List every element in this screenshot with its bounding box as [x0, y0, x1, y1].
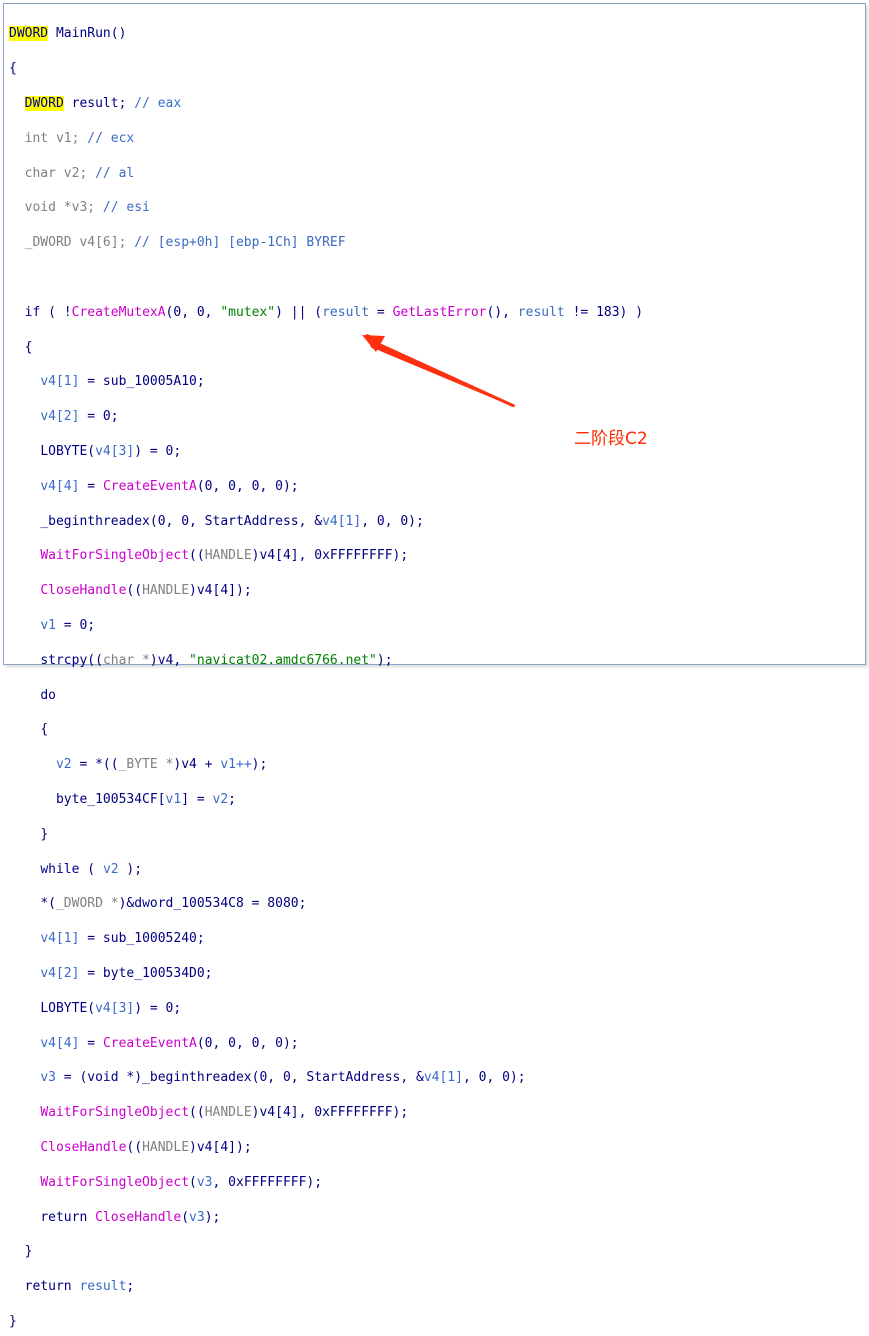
code-line: } [9, 1313, 864, 1330]
code-text: = byte_100534D0; [79, 965, 213, 981]
code-text: ); [251, 757, 268, 773]
code-line: v4[4] = CreateEventA(0, 0, 0, 0); [9, 1035, 864, 1052]
variable[interactable]: v2 [56, 757, 72, 772]
code-text: *( [40, 896, 56, 912]
variable[interactable]: v3 [189, 1210, 205, 1225]
code-line: do [9, 687, 864, 704]
code-line: WaitForSingleObject((HANDLE)v4[4], 0xFFF… [9, 1104, 864, 1121]
code-text: byte_100534CF[ [55, 791, 166, 807]
type-token: _DWORD * [55, 896, 119, 912]
variable[interactable]: v1++ [220, 757, 251, 772]
code-line: *(_DWORD *)&dword_100534C8 = 8080; [9, 895, 864, 912]
api-call[interactable]: CloseHandle [95, 1210, 181, 1225]
code-text: (( [189, 1105, 205, 1121]
variable[interactable]: v3 [197, 1175, 213, 1190]
code-line: v2 = *((_BYTE *)v4 + v1++); [9, 756, 864, 773]
variable[interactable]: v2 [213, 792, 229, 807]
variable[interactable]: v1 [166, 792, 182, 807]
variable[interactable]: v4[2] [40, 966, 79, 981]
code-text: ; [126, 1279, 135, 1295]
code-line: CloseHandle((HANDLE)v4[4]); [9, 1139, 864, 1156]
code-text: while ( [40, 861, 103, 877]
code-text: ); [118, 861, 143, 877]
code-text: (( [126, 1139, 143, 1155]
type-token: _BYTE * [118, 757, 174, 773]
code-text: )v4[4], 0xFFFFFFFF); [251, 1105, 409, 1121]
code-line: v4[2] = byte_100534D0; [9, 965, 864, 982]
code-line: return CloseHandle(v3); [9, 1209, 864, 1226]
api-call[interactable]: WaitForSingleObject [40, 1175, 189, 1190]
brace: { [40, 722, 49, 738]
variable[interactable]: v3 [40, 1070, 56, 1085]
code-text: ] = [181, 791, 213, 807]
variable[interactable]: result [79, 1279, 126, 1294]
code-line: v3 = (void *)_beginthreadex(0, 0, StartA… [9, 1069, 864, 1086]
code-line: } [9, 1243, 864, 1260]
code-text: ( [181, 1209, 190, 1225]
brace: } [40, 826, 49, 842]
code-text: = *(( [71, 757, 119, 773]
api-call[interactable]: CreateEventA [103, 1036, 197, 1051]
code-line: return result; [9, 1278, 864, 1295]
code-text: = [79, 1035, 103, 1051]
api-call[interactable]: CloseHandle [40, 1140, 126, 1155]
code-line: WaitForSingleObject(v3, 0xFFFFFFFF); [9, 1174, 864, 1191]
variable[interactable]: v2 [103, 862, 119, 877]
code-line: v4[1] = sub_10005240; [9, 930, 864, 947]
type-token: HANDLE [204, 1105, 252, 1121]
code-text: )v4[4]); [189, 1139, 252, 1155]
code-line: } [9, 826, 864, 843]
brace: } [9, 1313, 17, 1329]
code-text: , 0xFFFFFFFF); [212, 1174, 323, 1190]
code-line: { [9, 721, 864, 738]
variable[interactable]: v4[4] [40, 1036, 79, 1051]
code-text: ); [204, 1209, 221, 1225]
keyword: do [40, 687, 56, 703]
code-text: = (void *)_beginthreadex(0, 0, StartAddr… [55, 1070, 424, 1086]
code-text: )v4 + [173, 757, 221, 773]
code-line: while ( v2 ); [9, 861, 864, 878]
code-text: = sub_10005240; [79, 931, 205, 947]
keyword: return [40, 1209, 96, 1225]
code-text: ) = 0; [134, 1000, 182, 1016]
red-arrow-icon [362, 334, 515, 408]
keyword: return [24, 1279, 80, 1295]
variable[interactable]: v4[1] [40, 931, 79, 946]
code-text: ; [228, 791, 236, 807]
code-text: , 0, 0); [462, 1070, 526, 1086]
type-token: HANDLE [142, 1139, 190, 1155]
api-call[interactable]: WaitForSingleObject [40, 1105, 189, 1120]
code-text: LOBYTE( [40, 1000, 96, 1016]
annotation-label: 二阶段C2 [574, 429, 648, 449]
variable[interactable]: v4[3] [95, 1001, 134, 1016]
brace: } [24, 1244, 33, 1260]
code-line: byte_100534CF[v1] = v2; [9, 791, 864, 808]
code-text: ( [189, 1174, 197, 1190]
code-text: )&dword_100534C8 = 8080; [118, 896, 307, 912]
code-text: (0, 0, 0, 0); [196, 1035, 299, 1051]
variable[interactable]: v4[1] [424, 1070, 463, 1085]
code-line: LOBYTE(v4[3]) = 0; [9, 1000, 864, 1017]
